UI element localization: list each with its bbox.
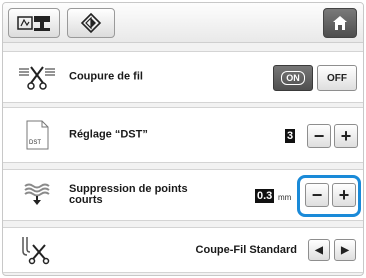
setting-row-cutter: Coupe-Fil Standard ◀ ▶	[3, 227, 363, 273]
highlight-frame	[297, 175, 361, 217]
pattern-diamond-icon	[80, 12, 102, 34]
thread-cut-off-button[interactable]: OFF	[317, 65, 357, 91]
pattern-button[interactable]	[67, 8, 115, 38]
embroidery-machine-icon	[17, 16, 50, 31]
short-stitch-unit: mm	[278, 193, 292, 202]
setting-row-thread-cut: Coupure de fil ON OFF	[3, 51, 363, 103]
top-toolbar	[3, 3, 363, 43]
cutter-previous-button[interactable]: ◀	[308, 239, 330, 261]
thread-cutter-icon	[17, 234, 57, 266]
dst-file-icon: DST	[17, 119, 57, 151]
dst-minus-button[interactable]: −	[307, 124, 331, 148]
setting-row-dst: DST Réglage “DST” 3 − +	[3, 107, 363, 163]
settings-screen: Coupure de fil ON OFF DST Réglage “DST” …	[2, 2, 364, 276]
dst-icon-text: DST	[29, 140, 41, 146]
short-stitch-label-line2: courts	[69, 194, 103, 206]
dst-label: Réglage “DST”	[69, 128, 148, 141]
dst-plus-button[interactable]: +	[334, 124, 358, 148]
home-icon	[333, 16, 347, 30]
cutter-next-button[interactable]: ▶	[334, 239, 356, 261]
thread-cut-on-button[interactable]: ON	[273, 65, 313, 91]
dst-value: 3	[285, 129, 296, 143]
cutter-label: Coupe-Fil Standard	[195, 244, 297, 256]
short-stitch-icon	[17, 179, 57, 211]
home-button[interactable]	[323, 8, 357, 38]
short-stitch-label: Suppression de points courts	[69, 184, 188, 206]
short-stitch-value: 0.3	[255, 189, 275, 203]
thread-cut-scissors-icon	[17, 61, 57, 93]
on-label: ON	[281, 71, 305, 85]
embroidery-mode-button[interactable]	[8, 8, 60, 38]
thread-cut-label: Coupure de fil	[69, 70, 143, 83]
